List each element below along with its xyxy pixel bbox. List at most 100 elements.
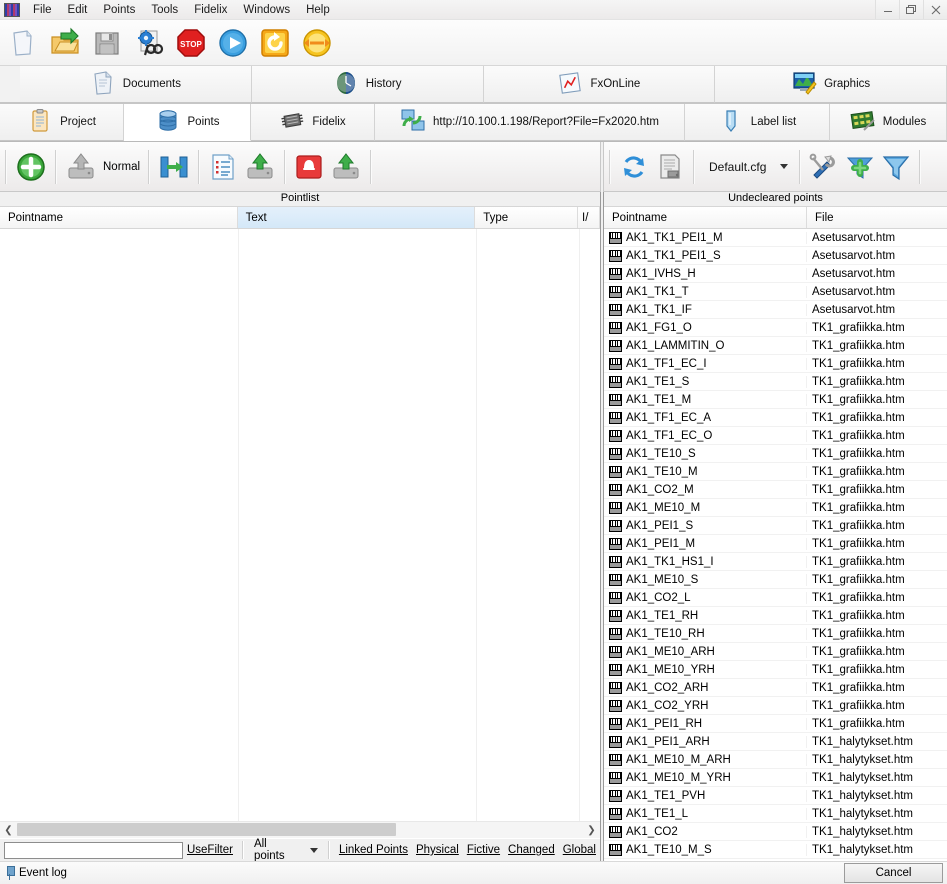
transfer-points-button[interactable] xyxy=(155,148,193,186)
tab-report-url[interactable]: http://10.100.1.198/Report?File=Fx2020.h… xyxy=(375,104,685,141)
new-document-icon[interactable] xyxy=(4,24,42,62)
column-header-pointname[interactable]: Pointname xyxy=(604,207,807,228)
menu-tools[interactable]: Tools xyxy=(143,2,186,18)
settings-search-icon[interactable] xyxy=(130,24,168,62)
menu-windows[interactable]: Windows xyxy=(235,2,298,18)
play-icon[interactable] xyxy=(214,24,252,62)
table-row[interactable]: AK1_TE1_RH TK1_grafiikka.htm xyxy=(604,607,947,625)
table-row[interactable]: AK1_ME10_M_YRH TK1_halytykset.htm xyxy=(604,769,947,787)
table-row[interactable]: AK1_TE1_L TK1_halytykset.htm xyxy=(604,805,947,823)
upload-alarm-button[interactable] xyxy=(327,148,365,186)
table-row[interactable]: AK1_TK1_PEI1_M Asetusarvot.htm xyxy=(604,229,947,247)
pointlist-body[interactable] xyxy=(0,229,600,821)
pointlist-horizontal-scrollbar[interactable]: ❮ ❯ xyxy=(0,821,600,838)
tab-modules[interactable]: Modules xyxy=(830,104,947,141)
table-row[interactable]: AK1_PEI1_RH TK1_grafiikka.htm xyxy=(604,715,947,733)
cancel-button[interactable]: Cancel xyxy=(844,863,943,883)
stop-icon[interactable]: STOP xyxy=(172,24,210,62)
filter-global[interactable]: Global xyxy=(559,842,600,858)
minimize-icon[interactable] xyxy=(875,0,899,19)
scroll-right-icon[interactable]: ❯ xyxy=(583,822,600,838)
filter-physical[interactable]: Physical xyxy=(412,842,463,858)
open-folder-icon[interactable] xyxy=(46,24,84,62)
table-row[interactable]: AK1_PEI1_S TK1_grafiikka.htm xyxy=(604,517,947,535)
table-row[interactable]: AK1_TF1_EC_I TK1_grafiikka.htm xyxy=(604,355,947,373)
table-row[interactable]: AK1_TE10_S TK1_grafiikka.htm xyxy=(604,445,947,463)
menu-help[interactable]: Help xyxy=(298,2,338,18)
upload-list-button[interactable] xyxy=(241,148,279,186)
add-selected-button[interactable] xyxy=(842,148,878,186)
undeclared-points-list[interactable]: AK1_TK1_PEI1_M Asetusarvot.htm AK1_TK1_PEI… xyxy=(604,229,947,861)
event-log-label[interactable]: Event log xyxy=(19,867,67,879)
tab-points[interactable]: Points xyxy=(124,104,251,141)
report-button[interactable] xyxy=(652,148,688,186)
filter-input[interactable] xyxy=(4,841,183,859)
table-row[interactable]: AK1_TK1_IF Asetusarvot.htm xyxy=(604,301,947,319)
scroll-left-icon[interactable]: ❮ xyxy=(0,822,17,838)
table-row[interactable]: AK1_ME10_ARH TK1_grafiikka.htm xyxy=(604,643,947,661)
refresh-orange-icon[interactable] xyxy=(256,24,294,62)
table-row[interactable]: AK1_PEI1_M TK1_grafiikka.htm xyxy=(604,535,947,553)
tab-history[interactable]: History xyxy=(251,66,484,103)
column-header-type[interactable]: Type xyxy=(475,207,579,228)
table-row[interactable]: AK1_TK1_T Asetusarvot.htm xyxy=(604,283,947,301)
refresh-yellow-icon[interactable] xyxy=(298,24,336,62)
table-row[interactable]: AK1_TK1_HS1_I TK1_grafiikka.htm xyxy=(604,553,947,571)
menu-fidelix[interactable]: Fidelix xyxy=(186,2,235,18)
alarm-button[interactable] xyxy=(291,148,327,186)
tab-fxonline[interactable]: FxOnLine xyxy=(483,66,716,103)
table-row[interactable]: AK1_CO2_L TK1_grafiikka.htm xyxy=(604,589,947,607)
table-row[interactable]: AK1_FG1_O TK1_grafiikka.htm xyxy=(604,319,947,337)
add-point-button[interactable] xyxy=(12,148,50,186)
scroll-track[interactable] xyxy=(17,822,583,838)
column-header-pointname[interactable]: Pointname xyxy=(0,207,238,228)
table-row[interactable]: AK1_TE10_M TK1_grafiikka.htm xyxy=(604,463,947,481)
tab-label-list[interactable]: Label list xyxy=(685,104,830,141)
tab-project[interactable]: Project xyxy=(0,104,124,141)
refresh-button[interactable] xyxy=(616,148,652,186)
save-disk-icon[interactable] xyxy=(88,24,126,62)
table-row[interactable]: AK1_CO2_YRH TK1_grafiikka.htm xyxy=(604,697,947,715)
table-row[interactable]: AK1_ME10_M TK1_grafiikka.htm xyxy=(604,499,947,517)
table-row[interactable]: AK1_TE1_M TK1_grafiikka.htm xyxy=(604,391,947,409)
table-row[interactable]: AK1_TE10_RH TK1_grafiikka.htm xyxy=(604,625,947,643)
filter-linked-points[interactable]: Linked Points xyxy=(335,842,412,858)
filter-changed[interactable]: Changed xyxy=(504,842,559,858)
filter-fictive[interactable]: Fictive xyxy=(463,842,504,858)
upload-normal-button[interactable]: Normal xyxy=(62,148,143,186)
close-icon[interactable] xyxy=(923,0,947,19)
use-filter-button[interactable]: UseFilter xyxy=(183,842,237,858)
table-row[interactable]: AK1_CO2 TK1_halytykset.htm xyxy=(604,823,947,841)
table-row[interactable]: AK1_ME10_YRH TK1_grafiikka.htm xyxy=(604,661,947,679)
config-dropdown[interactable]: Default.cfg xyxy=(700,157,794,177)
tab-graphics[interactable]: Graphics xyxy=(715,66,947,103)
column-header-text[interactable]: Text xyxy=(237,207,476,228)
table-row[interactable]: AK1_PEI1_ARH TK1_halytykset.htm xyxy=(604,733,947,751)
table-row[interactable]: AK1_CO2_M TK1_grafiikka.htm xyxy=(604,481,947,499)
table-row[interactable]: AK1_ME10_M_ARH TK1_halytykset.htm xyxy=(604,751,947,769)
menu-edit[interactable]: Edit xyxy=(60,2,96,18)
pin-icon[interactable] xyxy=(4,866,16,880)
tab-documents[interactable]: Documents xyxy=(20,66,252,103)
scope-dropdown[interactable]: All points xyxy=(249,836,323,864)
table-row[interactable]: AK1_IVHS_H Asetusarvot.htm xyxy=(604,265,947,283)
restore-icon[interactable] xyxy=(899,0,923,19)
column-header-file[interactable]: File xyxy=(807,207,947,228)
menu-file[interactable]: File xyxy=(25,2,60,18)
table-row[interactable]: AK1_TE1_S TK1_grafiikka.htm xyxy=(604,373,947,391)
table-row[interactable]: AK1_TE1_PVH TK1_halytykset.htm xyxy=(604,787,947,805)
tab-fidelix[interactable]: Fidelix xyxy=(251,104,375,141)
column-header-io[interactable]: I/ xyxy=(578,207,600,228)
scroll-thumb[interactable] xyxy=(17,823,397,836)
tools-button[interactable] xyxy=(806,148,842,186)
table-row[interactable]: AK1_LAMMITIN_O TK1_grafiikka.htm xyxy=(604,337,947,355)
table-row[interactable]: AK1_CO2_ARH TK1_grafiikka.htm xyxy=(604,679,947,697)
menu-points[interactable]: Points xyxy=(95,2,143,18)
table-row[interactable]: AK1_TK1_PEI1_S Asetusarvot.htm xyxy=(604,247,947,265)
table-row[interactable]: AK1_TE10_M_S TK1_halytykset.htm xyxy=(604,841,947,859)
table-row[interactable]: AK1_ME10_S TK1_grafiikka.htm xyxy=(604,571,947,589)
filter-button[interactable] xyxy=(878,148,914,186)
table-row[interactable]: AK1_TF1_EC_A TK1_grafiikka.htm xyxy=(604,409,947,427)
table-row[interactable]: AK1_TF1_EC_O TK1_grafiikka.htm xyxy=(604,427,947,445)
list-report-button[interactable] xyxy=(205,148,241,186)
